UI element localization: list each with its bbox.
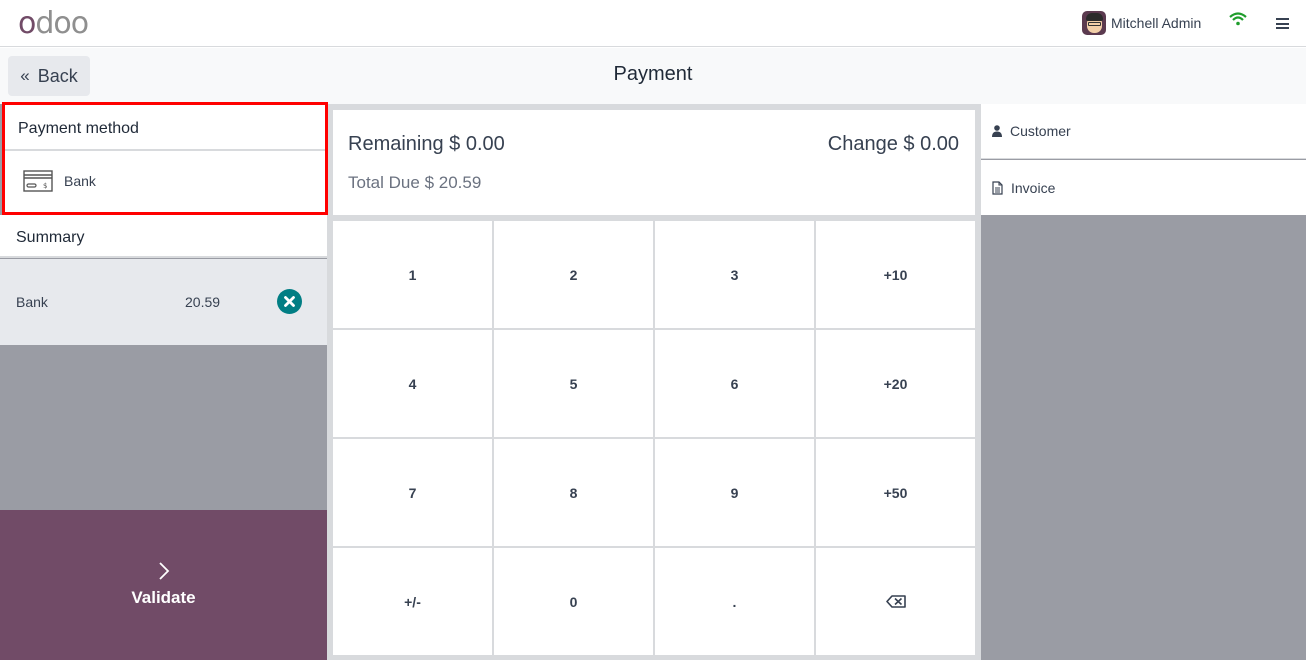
total-due: Total Due $ 20.59 — [348, 173, 481, 193]
numpad-key-1[interactable]: 1 — [333, 221, 492, 328]
payment-method-label: Bank — [64, 173, 96, 189]
document-icon — [992, 180, 1003, 195]
payment-method-section: Payment method $ Bank — [2, 102, 328, 215]
remaining-value: $ 0.00 — [449, 133, 505, 155]
user-name: Mitchell Admin — [1111, 15, 1202, 31]
user-menu[interactable]: Mitchell Admin — [1082, 11, 1201, 35]
payment-status: Remaining $ 0.00 Change $ 0.00 Total Due… — [333, 110, 975, 215]
payment-method-title: Payment method — [5, 105, 325, 151]
remaining-amount: Remaining $ 0.00 — [348, 133, 505, 156]
credit-card-icon: $ — [23, 170, 53, 192]
logo-rest: doo — [35, 5, 89, 41]
odoo-logo: o doo — [18, 5, 89, 41]
payment-left-panel: Payment method $ Bank Summary Bank 20.59… — [0, 102, 328, 660]
numpad-key-plus10[interactable]: +10 — [816, 221, 975, 328]
payment-line[interactable]: Bank 20.59 — [0, 259, 327, 345]
numpad-key-8[interactable]: 8 — [494, 439, 653, 546]
numpad-key-7[interactable]: 7 — [333, 439, 492, 546]
validate-label: Validate — [131, 588, 196, 607]
total-due-label: Total Due — [348, 173, 420, 192]
change-amount: Change $ 0.00 — [828, 133, 959, 156]
numpad-key-6[interactable]: 6 — [655, 330, 814, 437]
hamburger-menu-icon[interactable] — [1276, 18, 1289, 29]
numpad-key-4[interactable]: 4 — [333, 330, 492, 437]
numpad-key-9[interactable]: 9 — [655, 439, 814, 546]
numpad-key-plus20[interactable]: +20 — [816, 330, 975, 437]
payment-line-amount: 20.59 — [185, 294, 221, 310]
change-value: $ 0.00 — [903, 133, 959, 155]
invoice-label: Invoice — [1011, 179, 1056, 196]
logo-first-letter: o — [18, 5, 36, 41]
numpad-key-decimal[interactable]: . — [655, 548, 814, 655]
remaining-label: Remaining — [348, 133, 444, 155]
payment-right-panel: Customer Invoice — [980, 104, 1306, 660]
payment-center: Remaining $ 0.00 Change $ 0.00 Total Due… — [327, 104, 980, 660]
svg-text:$: $ — [43, 182, 47, 190]
numpad-key-0[interactable]: 0 — [494, 548, 653, 655]
customer-button[interactable]: Customer — [981, 104, 1306, 159]
numpad-key-plus50[interactable]: +50 — [816, 439, 975, 546]
chevron-right-icon — [158, 562, 169, 580]
backspace-icon — [885, 595, 906, 608]
user-icon — [992, 125, 1002, 137]
payment-method-bank[interactable]: $ Bank — [5, 151, 325, 211]
invoice-button[interactable]: Invoice — [981, 160, 1306, 215]
wifi-icon — [1229, 12, 1247, 26]
delete-payment-line-button[interactable] — [277, 289, 302, 314]
customer-label: Customer — [1010, 123, 1071, 139]
avatar — [1082, 11, 1106, 35]
numpad-key-5[interactable]: 5 — [494, 330, 653, 437]
top-navbar: o doo Mitchell Admin — [0, 0, 1306, 47]
change-label: Change — [827, 133, 898, 155]
control-bar: « Back Payment — [0, 48, 1306, 104]
total-due-value: $ 20.59 — [424, 173, 482, 192]
summary-title: Summary — [0, 215, 327, 258]
numpad-key-3[interactable]: 3 — [655, 221, 814, 328]
page-title: Payment — [613, 63, 693, 85]
numpad-key-plus-minus[interactable]: +/- — [333, 548, 492, 655]
validate-button[interactable]: Validate — [0, 510, 327, 660]
numpad: 1 2 3 +10 4 5 6 +20 7 8 9 +50 +/- 0 . — [333, 221, 975, 655]
numpad-key-2[interactable]: 2 — [494, 221, 653, 328]
payment-line-method: Bank — [16, 294, 48, 310]
numpad-key-backspace[interactable] — [816, 548, 975, 655]
close-icon — [284, 296, 295, 307]
